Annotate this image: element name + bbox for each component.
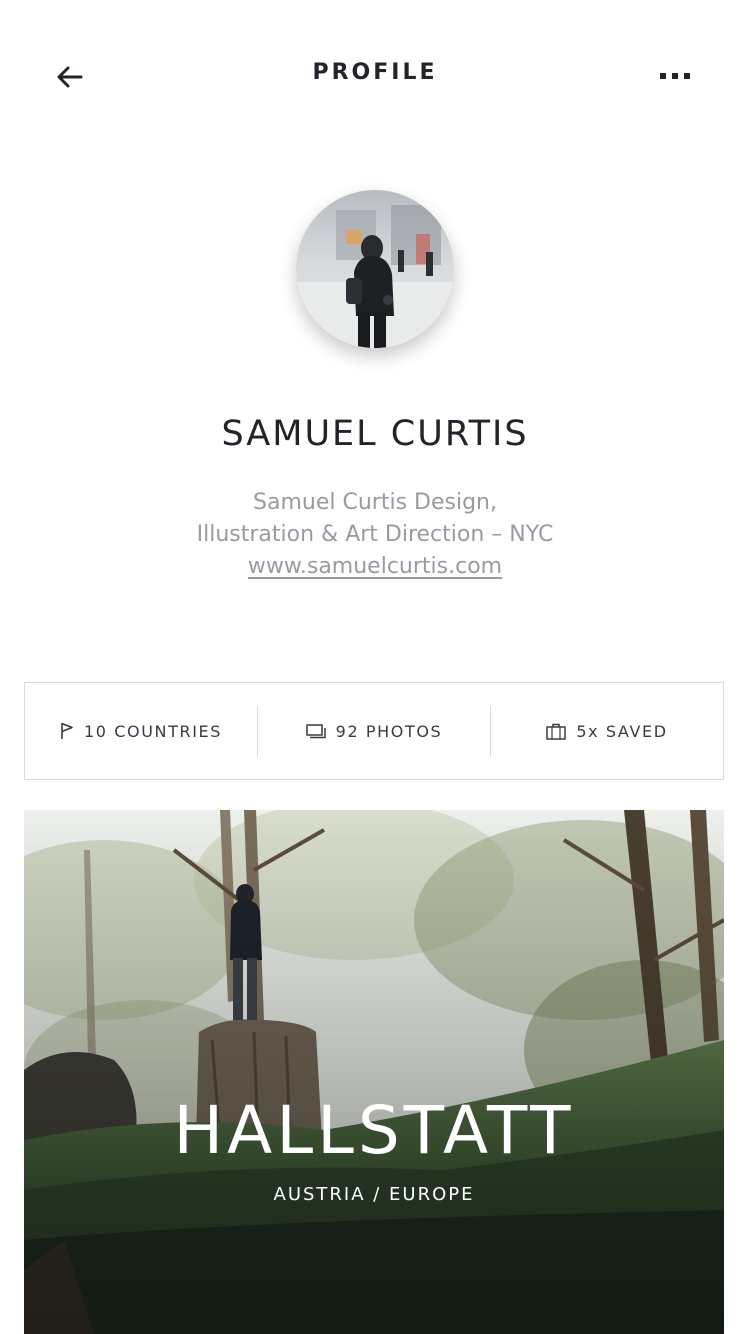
destination-title: HALLSTATT	[173, 1092, 575, 1169]
bio-line-1: Samuel Curtis Design,	[253, 490, 497, 515]
stats-bar: 10 COUNTRIES 92 PHOTOS 5x SAVED	[24, 682, 724, 780]
stat-countries-label: 10 COUNTRIES	[84, 721, 222, 741]
website-row: www.samuelcurtis.com	[0, 554, 750, 579]
stat-photos[interactable]: 92 PHOTOS	[258, 683, 490, 779]
destination-subtitle: AUSTRIA / EUROPE	[273, 1184, 475, 1205]
stat-countries[interactable]: 10 COUNTRIES	[25, 683, 257, 779]
briefcase-icon	[546, 723, 567, 740]
destination-photo	[24, 810, 724, 1334]
stat-photos-label: 92 PHOTOS	[335, 721, 443, 741]
bio-line-2: Illustration & Art Direction – NYC	[196, 522, 554, 547]
profile-name: SAMUEL CURTIS	[221, 414, 529, 454]
stat-saved-label: 5x SAVED	[576, 721, 668, 741]
stat-saved[interactable]: 5x SAVED	[491, 683, 723, 779]
flag-icon	[60, 722, 74, 740]
destination-card[interactable]: HALLSTATT AUSTRIA / EUROPE	[24, 810, 724, 1334]
photos-icon	[305, 723, 326, 739]
website-link[interactable]: www.samuelcurtis.com	[248, 554, 502, 579]
more-horizontal-icon	[660, 73, 690, 79]
avatar[interactable]	[296, 190, 454, 348]
more-button[interactable]	[652, 60, 698, 92]
page-title: PROFILE	[312, 60, 438, 85]
